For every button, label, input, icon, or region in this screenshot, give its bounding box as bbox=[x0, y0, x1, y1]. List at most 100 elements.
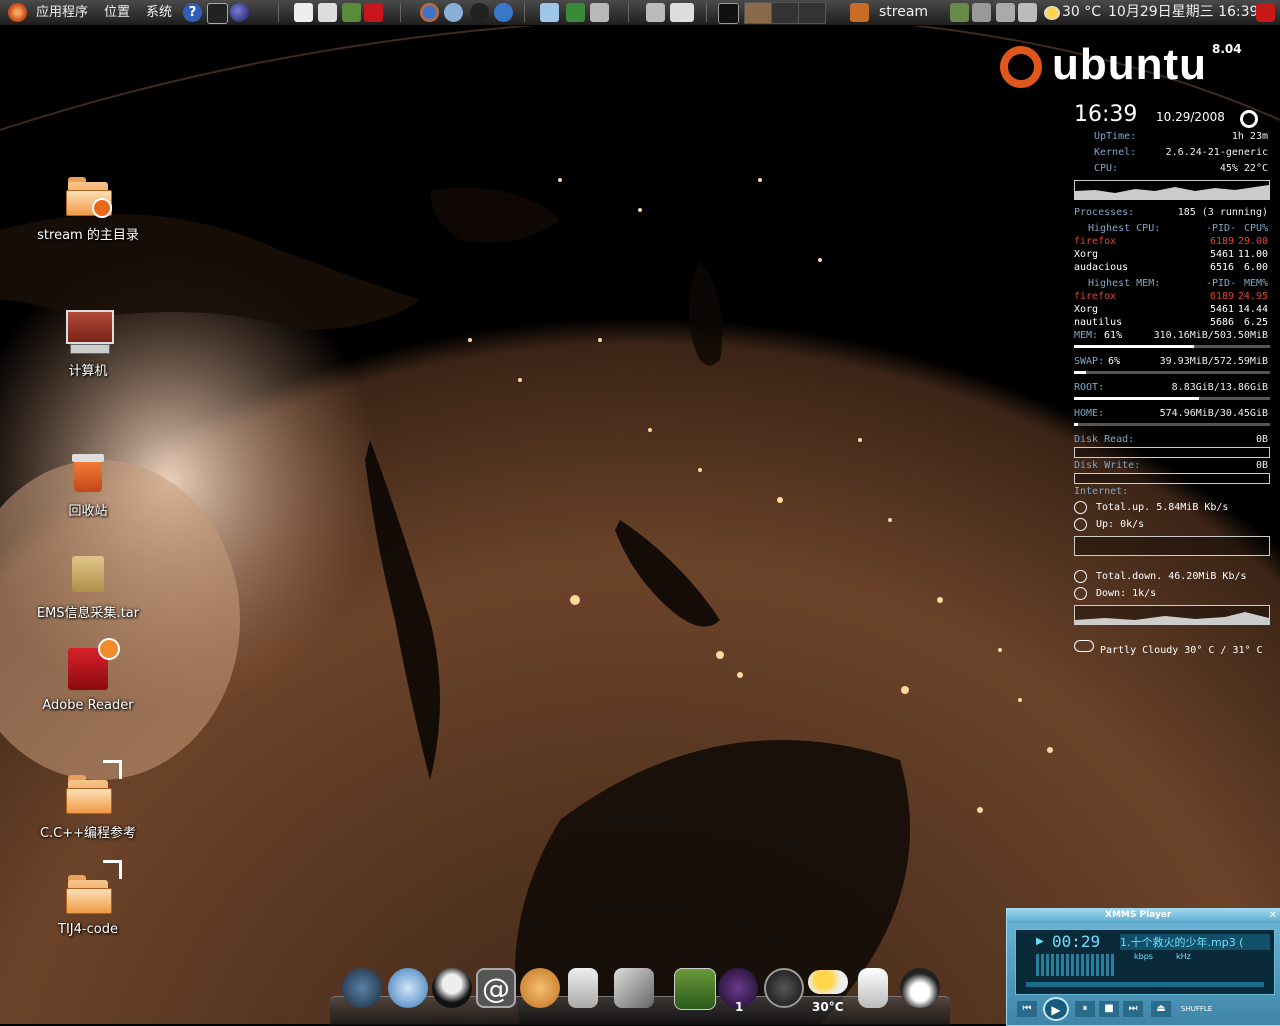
cpu-label: CPU: bbox=[1094, 163, 1119, 174]
disk-write-graph bbox=[1074, 473, 1270, 484]
pause-icon[interactable]: ⏸ bbox=[1075, 1001, 1095, 1017]
text-editor-icon[interactable] bbox=[294, 3, 313, 22]
next-icon[interactable]: ⏭ bbox=[1123, 1001, 1143, 1017]
shuffle-button[interactable]: SHUFFLE bbox=[1181, 1005, 1212, 1013]
process-mem: 24.95 bbox=[1237, 291, 1268, 302]
browser-icon[interactable] bbox=[388, 968, 428, 1008]
terminal-dock-icon[interactable] bbox=[614, 968, 654, 1008]
eject-icon[interactable]: ⏏ bbox=[1151, 1001, 1171, 1017]
at-mail-icon[interactable]: @ bbox=[476, 968, 516, 1008]
uptime-value: 1h 23m bbox=[1231, 131, 1268, 142]
volume-icon[interactable] bbox=[1018, 3, 1037, 22]
xmms-time: 00:29 bbox=[1052, 932, 1101, 951]
mem-label: MEM: bbox=[1074, 330, 1099, 341]
power-icon[interactable] bbox=[1256, 3, 1275, 22]
tux-icon[interactable] bbox=[900, 968, 940, 1008]
firefox-icon[interactable] bbox=[420, 3, 439, 22]
root-bar-fill bbox=[1074, 397, 1200, 400]
messenger-icon[interactable] bbox=[444, 3, 463, 22]
system-menu[interactable]: 系统 bbox=[146, 0, 172, 25]
process-pid: 5686 bbox=[1210, 317, 1235, 328]
package-icon[interactable] bbox=[590, 3, 609, 22]
desktop-icon-label: C.C++编程参考 bbox=[39, 826, 137, 841]
dock-badge: 1 bbox=[735, 1000, 744, 1014]
user-switch-icon[interactable] bbox=[850, 3, 869, 22]
eclipse-icon[interactable] bbox=[230, 3, 249, 22]
process-name: firefox bbox=[1074, 236, 1117, 247]
mem-value: 310.16MiB/503.50MiB bbox=[1153, 330, 1268, 341]
desktop-icon-label: TIJ4-code bbox=[58, 922, 118, 937]
xmms-kbps: kbps bbox=[1134, 952, 1153, 961]
workspace-3[interactable] bbox=[798, 2, 826, 24]
folder-link-icon bbox=[64, 860, 122, 918]
window-list-icon[interactable] bbox=[996, 3, 1015, 22]
monitor-icon[interactable] bbox=[566, 3, 585, 22]
help-icon[interactable]: ? bbox=[183, 3, 202, 22]
image-viewer-icon[interactable] bbox=[674, 968, 716, 1010]
places-menu[interactable]: 位置 bbox=[104, 0, 130, 25]
network-icon[interactable] bbox=[950, 3, 969, 22]
server-icon[interactable] bbox=[568, 968, 598, 1008]
process-row: audacious 6516 6.00 bbox=[1072, 261, 1270, 274]
dock-weather-temp: 30°C bbox=[812, 1000, 844, 1014]
cpu-row: CPU: 45% 22°C bbox=[1072, 162, 1270, 175]
desktop-icon-label: stream 的主目录 bbox=[37, 228, 139, 243]
workspace-icon[interactable] bbox=[718, 3, 739, 24]
globe-app-icon[interactable] bbox=[342, 968, 382, 1008]
process-row: nautilus 5686 6.25 bbox=[1072, 316, 1270, 329]
desktop-icon-adobe-reader[interactable]: Adobe Reader bbox=[28, 638, 148, 713]
desktop-icon-trash[interactable]: 回收站 bbox=[28, 448, 148, 519]
process-name: firefox bbox=[1074, 291, 1117, 302]
swap-bar-fill bbox=[1074, 371, 1086, 374]
home-folder-icon bbox=[64, 172, 112, 220]
weather-temp[interactable]: 30 °C bbox=[1062, 0, 1101, 25]
xmms-close-icon[interactable]: ✕ bbox=[1269, 910, 1277, 921]
notes-icon[interactable] bbox=[318, 3, 337, 22]
desktop-icon-computer[interactable]: 计算机 bbox=[28, 308, 148, 379]
applications-menu[interactable]: 应用程序 bbox=[36, 0, 88, 25]
weather-dock-icon[interactable] bbox=[808, 970, 848, 994]
books-icon[interactable] bbox=[342, 3, 361, 22]
prev-icon[interactable]: ⏮ bbox=[1017, 1001, 1037, 1017]
clock-dock-icon[interactable] bbox=[764, 968, 804, 1008]
desktop-icon-label: 回收站 bbox=[68, 504, 108, 519]
highest-mem-title: Highest MEM: bbox=[1088, 278, 1161, 289]
cloud-icon bbox=[1074, 640, 1094, 652]
desktop-icon-tij4-code[interactable]: TIJ4-code bbox=[28, 860, 148, 937]
play-button-icon[interactable]: ▶ bbox=[1043, 997, 1069, 1021]
internet-row: Internet: bbox=[1072, 485, 1270, 498]
adobe-icon[interactable] bbox=[364, 3, 383, 22]
settings-icon[interactable] bbox=[646, 3, 665, 22]
process-pid: 6516 bbox=[1210, 262, 1235, 273]
keyboard-icon[interactable] bbox=[972, 3, 991, 22]
workspace-2[interactable] bbox=[771, 2, 799, 24]
qq-icon[interactable] bbox=[470, 3, 489, 22]
process-pid: 6189 bbox=[1210, 236, 1235, 247]
desktop-icon-label: EMS信息采集.tar bbox=[36, 606, 140, 621]
qq-dock-icon[interactable] bbox=[432, 968, 472, 1008]
clock[interactable]: 10月29日星期三 16:39 bbox=[1108, 0, 1258, 25]
seek-bar[interactable] bbox=[1026, 982, 1264, 987]
shell-icon[interactable] bbox=[520, 968, 560, 1008]
xmms-titlebar[interactable]: XMMS Player ✕ bbox=[1007, 909, 1280, 923]
user-name[interactable]: stream bbox=[879, 0, 928, 25]
workspace-1[interactable] bbox=[744, 2, 772, 24]
disk-read-row: Disk Read: 0B bbox=[1072, 433, 1270, 446]
cube-icon[interactable] bbox=[540, 3, 559, 22]
stop-icon[interactable]: ■ bbox=[1099, 1001, 1119, 1017]
ubuntu-logo: ubuntu 8.04 bbox=[996, 40, 1246, 100]
mem-bar bbox=[1074, 345, 1270, 348]
ubuntu-menu-icon[interactable] bbox=[8, 3, 27, 22]
desktop-icon-archive[interactable]: EMS信息采集.tar bbox=[28, 550, 148, 621]
desktop-icon-home[interactable]: stream 的主目录 bbox=[28, 172, 148, 243]
mem-row: MEM: 61% 310.16MiB/503.50MiB bbox=[1072, 329, 1270, 342]
desktop-icon-cpp-reference[interactable]: C.C++编程参考 bbox=[28, 760, 148, 841]
panel-separator bbox=[400, 3, 401, 22]
player-icon[interactable] bbox=[670, 3, 694, 22]
update-icon[interactable] bbox=[494, 3, 513, 22]
home-value: 574.96MiB/30.45GiB bbox=[1159, 408, 1268, 419]
terminal-icon[interactable] bbox=[207, 3, 228, 24]
process-row: firefox 6189 29.00 bbox=[1072, 235, 1270, 248]
drive-icon[interactable] bbox=[858, 968, 888, 1008]
xmms-player[interactable]: XMMS Player ✕ ▶ 00:29 1.十个救火的少年.mp3 ( kb… bbox=[1006, 908, 1280, 1026]
